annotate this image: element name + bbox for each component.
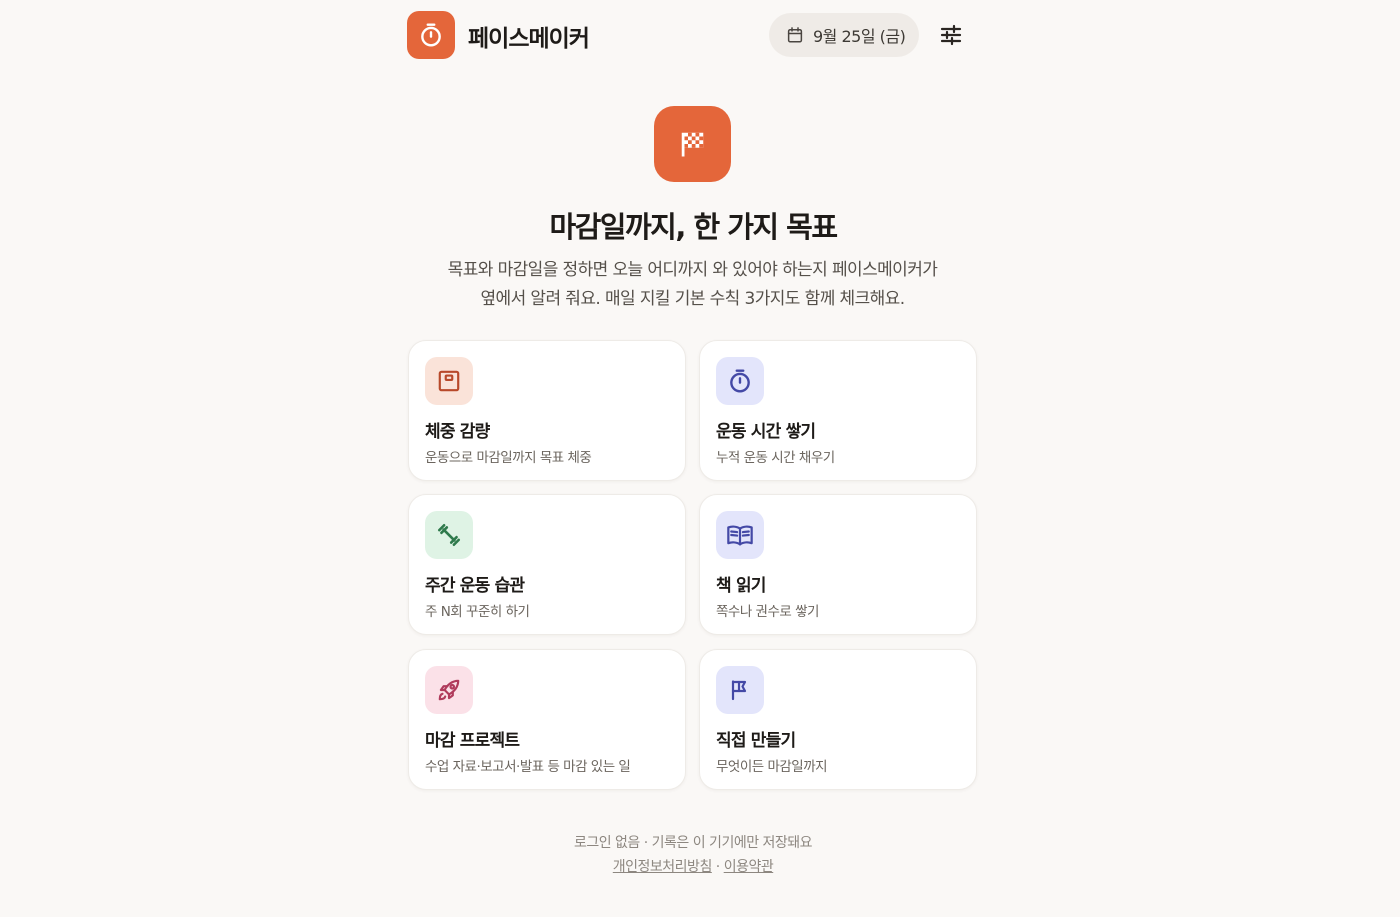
goal-title: 체중 감량 <box>425 422 490 442</box>
goal-subtitle: 수업 자료·보고서·발표 등 마감 있는 일 <box>425 759 631 775</box>
checkered-flag-icon <box>681 132 703 157</box>
goal-icon-box <box>716 511 764 559</box>
book-icon <box>727 525 753 546</box>
app-header: 페이스메이커 9월 25일 (금) <box>407 11 963 59</box>
goal-title: 마감 프로젝트 <box>425 731 520 751</box>
timer-icon <box>730 369 750 393</box>
goal-card-exercise-time[interactable]: 운동 시간 쌓기 누적 운동 시간 채우기 <box>699 340 977 481</box>
footer-separator: · <box>711 859 724 875</box>
goal-subtitle: 무엇이든 마감일까지 <box>716 759 828 775</box>
goal-card-weekly-habit[interactable]: 주간 운동 습관 주 N회 꾸준히 하기 <box>408 494 686 635</box>
goal-icon-box <box>425 511 473 559</box>
goal-title: 직접 만들기 <box>716 731 796 751</box>
goal-icon-box <box>716 666 764 714</box>
goal-subtitle: 운동으로 마감일까지 목표 체중 <box>425 450 592 466</box>
goal-title: 주간 운동 습관 <box>425 576 525 596</box>
goal-subtitle: 주 N회 꾸준히 하기 <box>425 604 530 620</box>
privacy-policy-link[interactable]: 개인정보처리방침 <box>613 859 713 875</box>
page-title: 마감일까지, 한 가지 목표 <box>549 210 838 244</box>
dumbbell-icon <box>437 523 461 547</box>
footer-note: 로그인 없음 · 기록은 이 기기에만 저장돼요 <box>573 835 813 851</box>
goal-card-weight-loss[interactable]: 체중 감량 운동으로 마감일까지 목표 체중 <box>408 340 686 481</box>
description-line-2: 옆에서 알려 줘요. 매일 지킬 기본 수칙 3가지도 함께 체크해요. <box>480 288 905 309</box>
page-description: 목표와 마감일을 정하면 오늘 어디까지 와 있어야 하는지 페이스메이커가 옆… <box>380 256 1005 313</box>
goal-icon-box <box>425 666 473 714</box>
page: 페이스메이커 9월 25일 (금) 마감일까지, 한 가지 목표 목표와 마감일… <box>0 0 1400 917</box>
terms-link[interactable]: 이용약관 <box>724 859 774 875</box>
goal-subtitle: 쪽수나 권수로 쌓기 <box>716 604 819 620</box>
goal-card-custom[interactable]: 직접 만들기 무엇이든 마감일까지 <box>699 649 977 790</box>
goal-icon-box <box>716 357 764 405</box>
scale-icon <box>438 370 460 392</box>
app-name: 페이스메이커 <box>468 26 590 52</box>
goal-icon-box <box>425 357 473 405</box>
description-line-1: 목표와 마감일을 정하면 오늘 어디까지 와 있어야 하는지 페이스메이커가 <box>447 260 938 280</box>
goal-subtitle: 누적 운동 시간 채우기 <box>716 450 835 466</box>
footer-links: 개인정보처리방침 · 이용약관 <box>0 856 1386 876</box>
settings-button[interactable] <box>936 20 966 50</box>
date-label: 9월 25일 (금) <box>813 27 906 46</box>
date-selector[interactable]: 9월 25일 (금) <box>769 13 919 57</box>
hero-icon <box>654 106 731 182</box>
goal-card-reading[interactable]: 책 읽기 쪽수나 권수로 쌓기 <box>699 494 977 635</box>
goal-title: 책 읽기 <box>716 576 766 596</box>
stopwatch-icon <box>421 23 441 47</box>
rocket-icon <box>438 679 460 701</box>
sliders-icon <box>940 24 962 46</box>
goal-title: 운동 시간 쌓기 <box>716 422 816 442</box>
app-logo[interactable] <box>407 11 455 59</box>
goal-card-deadline-project[interactable]: 마감 프로젝트 수업 자료·보고서·발표 등 마감 있는 일 <box>408 649 686 790</box>
flag-icon <box>731 680 747 701</box>
calendar-icon <box>787 27 803 43</box>
